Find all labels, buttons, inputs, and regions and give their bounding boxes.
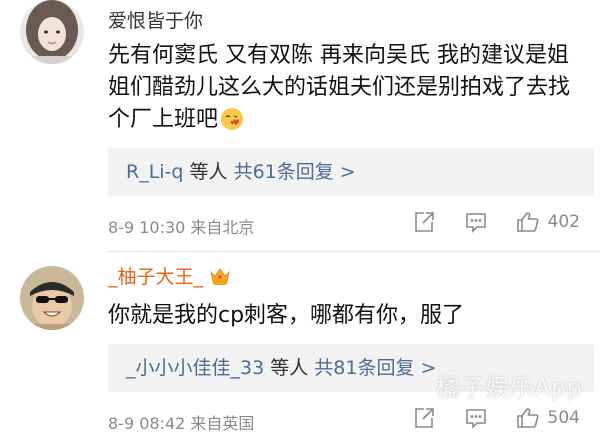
comment-text: 你就是我的cp刺客，哪都有你，服了 xyxy=(108,303,465,328)
comment-text: 先有何窦氏 又有双陈 再来向吴氏 我的建议是姐姐们醋劲儿这么大的话姐夫们还是别拍… xyxy=(108,40,588,136)
comment-actions: 504 xyxy=(412,406,580,430)
avatar[interactable] xyxy=(20,266,84,330)
like-icon[interactable] xyxy=(516,406,540,430)
username-text[interactable]: _柚子大王_ xyxy=(108,266,203,288)
watermark: 橘子娱乐App xyxy=(436,374,583,402)
comment-time: 8-9 10:30 xyxy=(108,218,186,237)
like-icon[interactable] xyxy=(516,210,540,234)
like-count: 402 xyxy=(547,212,580,232)
share-icon[interactable] xyxy=(412,210,436,234)
comment-meta: 8-9 10:30 来自北京 xyxy=(108,214,254,238)
comment-item: _柚子大王_ 你就是我的cp刺客，哪都有你，服了 _小小小佳佳_33 等人 共8… xyxy=(0,252,600,434)
comment-source: 来自英国 xyxy=(190,414,255,433)
comment-icon[interactable] xyxy=(464,406,488,430)
reply-user-names[interactable]: R_Li-q xyxy=(126,161,183,183)
reply-user-names[interactable]: _小小小佳佳_33 xyxy=(126,357,264,379)
like-count: 504 xyxy=(547,408,580,428)
replies-summary[interactable]: R_Li-q 等人 共61条回复 > xyxy=(108,148,594,196)
avatar[interactable] xyxy=(20,0,84,64)
comment-item: 爱恨皆于你 先有何窦氏 又有双陈 再来向吴氏 我的建议是姐姐们醋劲儿这么大的话姐… xyxy=(0,0,600,252)
username[interactable]: _柚子大王_ xyxy=(108,266,231,288)
username[interactable]: 爱恨皆于你 xyxy=(108,10,203,32)
reply-people-label: 等人 xyxy=(189,161,228,183)
comment-text-content: 先有何窦氏 又有双陈 再来向吴氏 我的建议是姐姐们醋劲儿这么大的话姐夫们还是别拍… xyxy=(108,43,571,132)
crown-icon xyxy=(209,266,231,286)
comment-time: 8-9 08:42 xyxy=(108,414,186,433)
comment-icon[interactable] xyxy=(464,210,488,234)
comment-meta: 8-9 08:42 来自英国 xyxy=(108,410,254,434)
reply-people-label: 等人 xyxy=(270,357,309,379)
reply-count-link[interactable]: 共61条回复 > xyxy=(234,161,356,183)
reply-count-link[interactable]: 共81条回复 > xyxy=(314,357,436,379)
comment-source: 来自北京 xyxy=(190,218,255,237)
blowing-kiss-emoji-icon xyxy=(220,107,244,131)
comment-actions: 402 xyxy=(412,210,580,234)
share-icon[interactable] xyxy=(412,406,436,430)
